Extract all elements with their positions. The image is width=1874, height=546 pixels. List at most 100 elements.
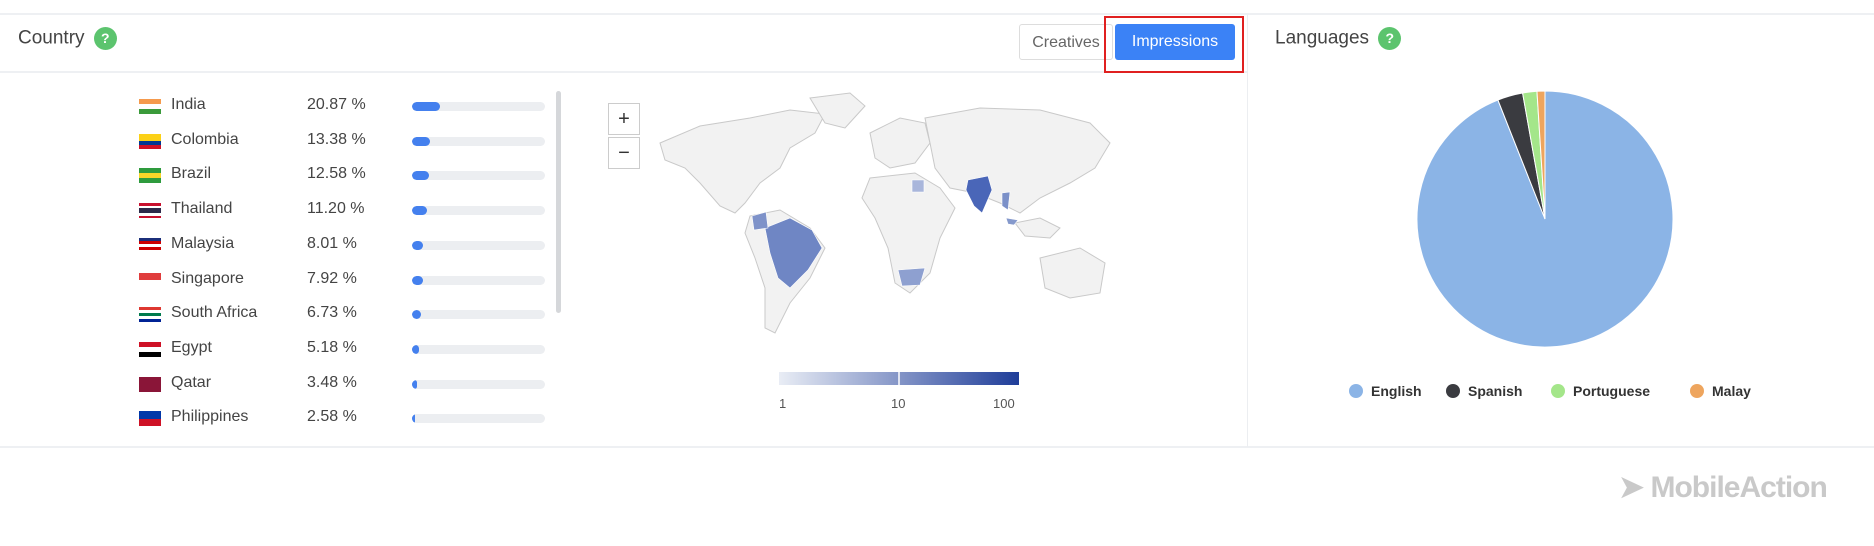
zoom-out-button[interactable]: − xyxy=(608,137,640,169)
country-percent: 5.18 % xyxy=(307,338,357,356)
percent-bar xyxy=(412,344,545,354)
country-row[interactable]: South Africa 6.73 % xyxy=(139,304,559,324)
country-row[interactable]: Singapore 7.92 % xyxy=(139,270,559,290)
percent-bar xyxy=(412,171,545,181)
legend-dot xyxy=(1446,384,1460,398)
country-name: Philippines xyxy=(171,408,249,426)
header-divider xyxy=(0,71,1247,73)
north-america xyxy=(659,109,826,214)
percent-bar-fill xyxy=(412,414,416,424)
country-percent: 6.73 % xyxy=(307,304,357,322)
country-percent: 11.20 % xyxy=(307,200,365,218)
percent-bar-fill xyxy=(412,275,423,285)
legend-label: Malay xyxy=(1712,383,1751,399)
scale-label-1: 1 xyxy=(779,396,787,411)
country-name: Brazil xyxy=(171,165,212,183)
percent-bar xyxy=(412,136,545,146)
country-name: India xyxy=(171,96,206,113)
flag-icon xyxy=(139,376,161,392)
percent-bar xyxy=(412,206,545,216)
flag-icon xyxy=(139,99,161,114)
languages-pie-chart xyxy=(1416,90,1674,348)
percent-bar xyxy=(412,240,545,250)
country-name: Qatar xyxy=(171,373,212,391)
country-percent: 12.58 % xyxy=(307,165,366,183)
scale-label-100: 100 xyxy=(993,396,1015,411)
list-scrollbar[interactable] xyxy=(556,91,561,313)
country-row[interactable]: Thailand 11.20 % xyxy=(139,200,559,220)
panel-divider xyxy=(1247,14,1248,447)
flag-icon xyxy=(139,237,161,253)
country-title: Country ? xyxy=(18,27,117,50)
flag-icon xyxy=(139,341,161,357)
country-row[interactable]: Egypt 5.18 % xyxy=(139,339,559,359)
country-percent: 8.01 % xyxy=(307,234,357,252)
map-india xyxy=(965,175,993,214)
help-icon[interactable]: ? xyxy=(1378,27,1402,50)
country-row[interactable]: Brazil 12.58 % xyxy=(139,165,559,185)
country-name: Malaysia xyxy=(171,234,235,252)
country-name: Colombia xyxy=(171,130,239,148)
country-percent: 20.87 % xyxy=(307,96,366,113)
country-row[interactable]: Philippines 2.58 % xyxy=(139,408,559,428)
australia xyxy=(1039,247,1106,299)
map-egypt xyxy=(911,179,925,193)
world-map[interactable] xyxy=(640,88,1140,363)
country-row[interactable]: Qatar 3.48 % xyxy=(139,374,559,394)
legend-dot xyxy=(1349,384,1363,398)
flag-icon xyxy=(139,307,161,323)
bottom-divider xyxy=(0,446,1874,448)
country-percent: 2.58 % xyxy=(307,408,357,426)
flag-icon xyxy=(139,272,161,288)
percent-bar xyxy=(412,379,545,389)
country-row[interactable]: Colombia 13.38 % xyxy=(139,131,559,151)
legend-label: Portuguese xyxy=(1573,383,1651,399)
percent-bar-fill xyxy=(412,171,429,181)
europe xyxy=(869,117,931,169)
logo-text: MobileAction xyxy=(1650,471,1827,504)
legend-label: Spanish xyxy=(1468,383,1523,399)
creatives-button[interactable]: Creatives xyxy=(1019,24,1113,60)
map-scale-legend xyxy=(779,372,1019,385)
flag-icon xyxy=(139,168,161,184)
percent-bar xyxy=(412,310,545,320)
percent-bar-fill xyxy=(412,206,427,216)
percent-bar-fill xyxy=(412,240,423,250)
rocket-icon: ➤ xyxy=(1619,471,1644,504)
mobileaction-logo: ➤ MobileAction xyxy=(1619,470,1828,505)
percent-bar-fill xyxy=(412,344,419,354)
legend-dot xyxy=(1551,384,1565,398)
southeast-asia-islands xyxy=(1014,217,1061,239)
legend-item-portuguese[interactable]: Portuguese xyxy=(1551,383,1650,399)
flag-icon xyxy=(139,133,161,149)
flag-icon xyxy=(139,411,161,427)
country-row[interactable]: Malaysia 8.01 % xyxy=(139,235,559,255)
country-percent: 13.38 % xyxy=(307,130,366,148)
flag-icon xyxy=(139,203,161,218)
country-title-text: Country xyxy=(18,27,85,49)
top-divider xyxy=(0,13,1874,15)
legend-label: English xyxy=(1371,383,1422,399)
legend-item-english[interactable]: English xyxy=(1349,383,1422,399)
country-name: Egypt xyxy=(171,338,212,356)
zoom-in-button[interactable]: + xyxy=(608,103,640,135)
languages-title: Languages ? xyxy=(1275,27,1402,50)
country-name: South Africa xyxy=(171,304,258,322)
scale-label-10: 10 xyxy=(891,396,906,411)
legend-item-malay[interactable]: Malay xyxy=(1690,383,1751,399)
percent-bar-fill xyxy=(412,379,417,389)
legend-dot xyxy=(1690,384,1704,398)
legend-item-spanish[interactable]: Spanish xyxy=(1446,383,1522,399)
country-name: Singapore xyxy=(171,269,244,287)
country-name: Thailand xyxy=(171,200,233,218)
highlight-box xyxy=(1104,16,1244,73)
asia xyxy=(924,107,1111,214)
percent-bar-fill xyxy=(412,136,430,146)
languages-title-text: Languages xyxy=(1275,27,1370,49)
percent-bar-fill xyxy=(412,310,421,320)
country-row[interactable]: India 20.87 % xyxy=(139,96,559,116)
country-percent: 7.92 % xyxy=(307,269,357,287)
country-percent: 3.48 % xyxy=(307,373,357,391)
help-icon[interactable]: ? xyxy=(93,27,117,50)
percent-bar xyxy=(412,102,545,111)
